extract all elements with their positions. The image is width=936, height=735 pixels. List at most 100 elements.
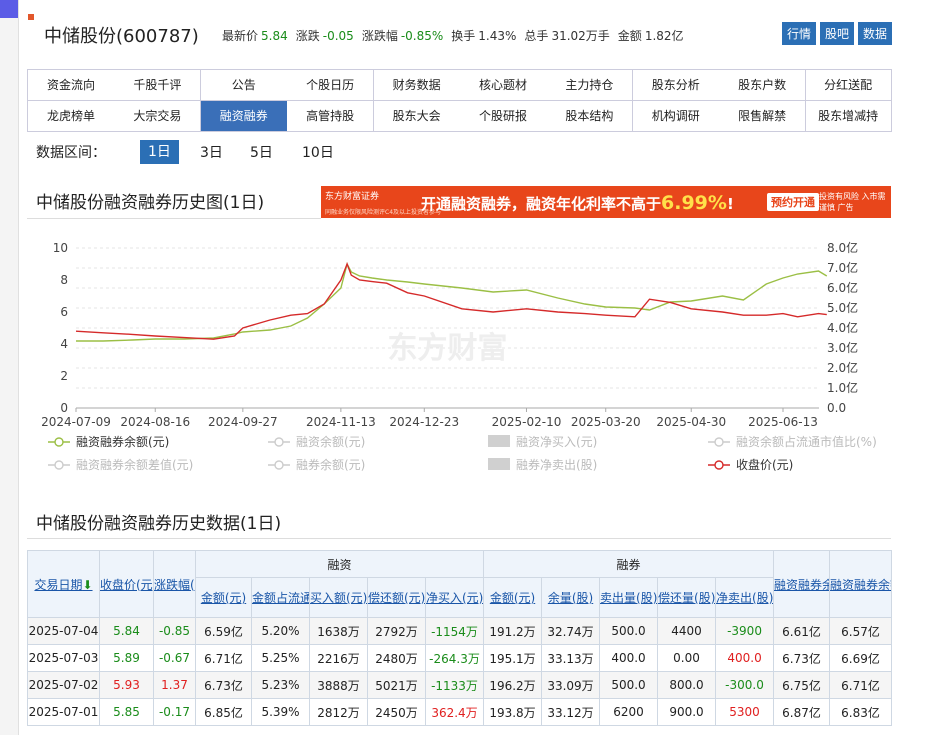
- col-rz-buy[interactable]: 买入额(元): [309, 577, 368, 618]
- nav-tab[interactable]: 千股千评: [114, 70, 202, 101]
- legend-label[interactable]: 收盘价(元): [736, 457, 793, 472]
- nav-tab[interactable]: 核心题材: [460, 70, 547, 101]
- y-right-tick: 5.0亿: [827, 300, 858, 315]
- group-rz: 融资: [194, 550, 485, 578]
- cell-rq-amt: 193.8万: [483, 698, 543, 726]
- stock-title: 中储股份(600787): [44, 26, 199, 47]
- col-close[interactable]: 收盘价(元): [99, 550, 154, 618]
- legend-label[interactable]: 融资净买入(元): [516, 435, 597, 449]
- header-link-button[interactable]: 行情: [781, 22, 816, 45]
- nav-tab[interactable]: 财务数据: [373, 70, 461, 101]
- range-option[interactable]: 1日: [140, 140, 179, 164]
- x-tick-label: 2025-02-10: [492, 415, 562, 429]
- cell-rq-sell: 500.0: [599, 671, 659, 699]
- nav-tab[interactable]: 股东分析: [632, 70, 720, 101]
- cell-rz-amt: 6.71亿: [195, 644, 252, 672]
- ad-banner[interactable]: 东方财富证券 同融业务仅限风险测评C4及以上投资者参与 开通融资融券，融资年化利…: [321, 186, 891, 218]
- nav-tab[interactable]: 限售解禁: [719, 101, 807, 132]
- cell-rq-vol: 32.74万: [541, 617, 601, 645]
- quote-stat-value: 1.43%: [478, 29, 517, 43]
- nav-tab[interactable]: 股本结构: [546, 101, 634, 132]
- cell-rq-repay: 4400: [657, 617, 717, 645]
- header-link-button[interactable]: 股吧: [819, 22, 854, 45]
- cell-rz-amt: 6.59亿: [195, 617, 252, 645]
- legend-label[interactable]: 融资融券余额(元): [76, 434, 169, 449]
- quote-stat: 总手 31.02万手: [524, 29, 609, 43]
- col-rz-ratio[interactable]: 金额占流通市值比: [251, 577, 310, 618]
- legend-bar-icon[interactable]: [488, 458, 510, 470]
- y-left-tick: 0: [60, 401, 68, 415]
- quote-stat-label: 金额: [617, 29, 642, 43]
- cell-rq-net: 5300: [715, 698, 775, 726]
- cell-rz-net: 362.4万: [424, 698, 485, 726]
- left-sidebar-strip: [0, 0, 19, 735]
- nav-tab[interactable]: 公告: [200, 70, 288, 101]
- cell-rq-repay: 0.00: [657, 644, 717, 672]
- nav-tab[interactable]: 股东户数: [719, 70, 807, 101]
- nav-tab[interactable]: 主力持仓: [546, 70, 634, 101]
- col-rq-sell[interactable]: 卖出量(股): [599, 577, 659, 618]
- y-left-tick: 6: [60, 305, 68, 319]
- quote-stat-value: 5.84: [261, 29, 288, 43]
- cell-rz-net: -264.3万: [424, 644, 485, 672]
- col-diff[interactable]: 融资融券余额差值(元): [829, 550, 893, 618]
- x-tick-label: 2025-03-20: [571, 415, 641, 429]
- nav-tab[interactable]: 股东增减持: [805, 101, 892, 132]
- sort-down-icon: ⬇: [82, 577, 93, 592]
- nav-tab[interactable]: 分红送配: [805, 70, 892, 101]
- nav-tab[interactable]: 融资融券: [200, 101, 288, 132]
- col-total[interactable]: 融资融券余额(元): [773, 550, 831, 618]
- nav-tab[interactable]: 股东大会: [373, 101, 461, 132]
- col-rz-net[interactable]: 净买入(元): [424, 577, 485, 618]
- sidebar-top-block[interactable]: [0, 0, 18, 18]
- nav-tab[interactable]: 个股研报: [460, 101, 547, 132]
- y-right-tick: 6.0亿: [827, 280, 858, 295]
- legend-label[interactable]: 融资余额(元): [296, 434, 365, 449]
- nav-tab[interactable]: 大宗交易: [114, 101, 202, 132]
- cell-rq-vol: 33.09万: [541, 671, 601, 699]
- col-rq-net[interactable]: 净卖出(股): [715, 577, 775, 618]
- legend-label[interactable]: 融资余额占流通市值比(%): [736, 434, 877, 449]
- col-rq-repay[interactable]: 偿还量(股): [657, 577, 717, 618]
- legend-marker-icon[interactable]: [54, 460, 64, 470]
- range-option[interactable]: 5日: [246, 142, 277, 162]
- cell-rz-amt: 6.85亿: [195, 698, 252, 726]
- legend-marker-icon[interactable]: [714, 437, 724, 447]
- legend-label[interactable]: 融券余额(元): [296, 457, 365, 472]
- col-rq-amt[interactable]: 金额(元): [483, 577, 543, 618]
- legend-label[interactable]: 融券净卖出(股): [516, 457, 597, 472]
- legend-label[interactable]: 融资融券余额差值(元): [76, 457, 193, 472]
- legend-bar-icon[interactable]: [488, 435, 510, 447]
- nav-tab[interactable]: 高管持股: [287, 101, 375, 132]
- x-tick-label: 2024-12-23: [389, 415, 459, 429]
- range-option[interactable]: 3日: [196, 142, 227, 162]
- col-chg[interactable]: 涨跌幅(%): [153, 550, 196, 618]
- nav-tab[interactable]: 机构调研: [632, 101, 720, 132]
- nav-tab[interactable]: 龙虎榜单: [28, 101, 115, 132]
- cell-chg: -0.85: [153, 617, 196, 645]
- cell-rz-repay: 5021万: [367, 671, 426, 699]
- col-rq-vol[interactable]: 余量(股): [541, 577, 601, 618]
- y-right-tick: 7.0亿: [827, 260, 858, 275]
- header-link-button[interactable]: 数据: [857, 22, 892, 45]
- y-left-tick: 8: [60, 273, 68, 287]
- banner-cta-button[interactable]: 预约开通: [767, 193, 819, 211]
- margin-history-chart: 0.0 1.0亿 2.0亿 3.0亿 4.0亿 5.0亿 6.0亿 7.0亿 8.0亿 0 2 4 6 8…: [41, 240, 877, 472]
- cell-rz-repay: 2450万: [367, 698, 426, 726]
- nav-tab[interactable]: 个股日历: [287, 70, 375, 101]
- header-buttons: 行情 股吧 数据: [778, 22, 892, 45]
- quote-stat-value: -0.85%: [400, 29, 444, 43]
- legend-marker-icon[interactable]: [54, 437, 64, 447]
- legend-marker-icon[interactable]: [274, 437, 284, 447]
- range-option[interactable]: 10日: [298, 142, 338, 162]
- cell-rz-ratio: 5.20%: [251, 617, 310, 645]
- col-rz-repay[interactable]: 偿还额(元): [367, 577, 426, 618]
- quote-stat: 最新价 5.84: [222, 29, 288, 43]
- banner-rate: 6.99%: [661, 192, 727, 214]
- legend-marker-icon[interactable]: [714, 460, 724, 470]
- col-date[interactable]: 交易日期⬇: [27, 550, 100, 618]
- cell-rq-vol: 33.13万: [541, 644, 601, 672]
- nav-tab[interactable]: 资金流向: [28, 70, 115, 101]
- legend-marker-icon[interactable]: [274, 460, 284, 470]
- col-rz-amt[interactable]: 金额(元): [195, 577, 252, 618]
